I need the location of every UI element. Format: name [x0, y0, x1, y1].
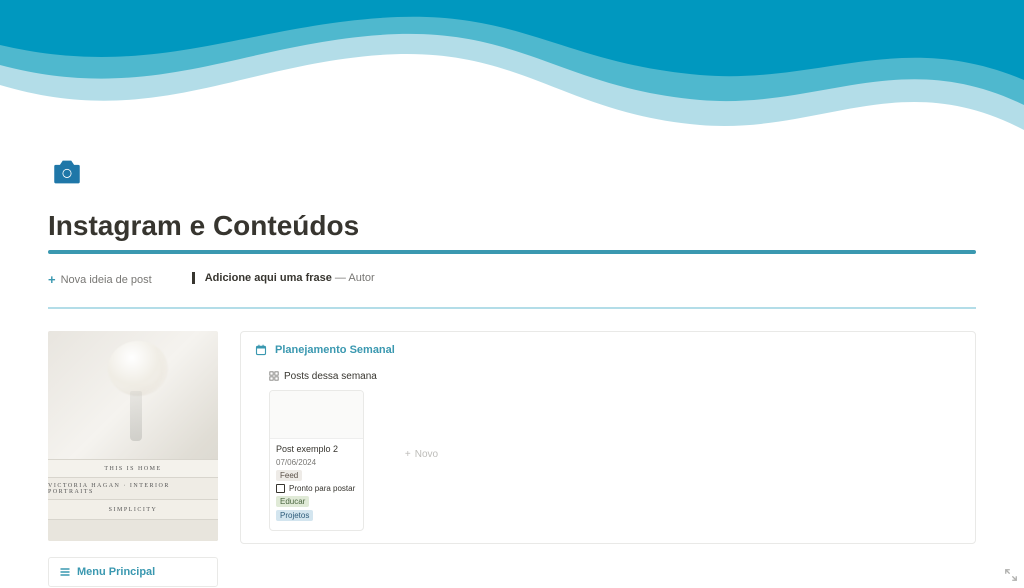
quote-text: Adicione aqui uma frase — [205, 272, 332, 284]
checkbox-ready[interactable]: Pronto para postar — [276, 484, 357, 493]
new-idea-button[interactable]: + Nova ideia de post — [48, 272, 152, 287]
page-title[interactable]: Instagram e Conteúdos — [48, 210, 976, 242]
book-spine: VICTORIA HAGAN · INTERIOR PORTRAITS — [48, 477, 218, 499]
book-spine: THIS IS HOME — [48, 459, 218, 477]
card-date: 07/06/2024 — [276, 458, 357, 467]
gallery: Post exemplo 2 07/06/2024 Feed Pronto pa… — [269, 390, 961, 531]
page-icon-camera[interactable] — [50, 155, 84, 189]
expand-icon[interactable] — [1004, 568, 1018, 582]
left-column: THIS IS HOME VICTORIA HAGAN · INTERIOR P… — [48, 331, 218, 587]
book-spine — [48, 519, 218, 541]
quote-block[interactable]: Adicione aqui uma frase — Autor — [192, 272, 375, 284]
main-content: THIS IS HOME VICTORIA HAGAN · INTERIOR P… — [48, 331, 976, 587]
new-card-button[interactable]: + Novo — [374, 390, 469, 520]
planning-callout: Planejamento Semanal Posts dessa semana … — [240, 331, 976, 544]
new-card-label: Novo — [415, 449, 438, 460]
plus-icon: + — [405, 449, 411, 460]
top-row: + Nova ideia de post Adicione aqui uma f… — [48, 272, 976, 287]
card-title: Post exemplo 2 — [276, 444, 357, 454]
menu-label: Menu Principal — [77, 566, 155, 578]
divider-thick — [48, 250, 976, 254]
gallery-icon — [269, 371, 279, 381]
menu-principal-link[interactable]: Menu Principal — [48, 557, 218, 587]
new-idea-label: Nova ideia de post — [61, 274, 152, 286]
tag-pillar: Educar — [276, 496, 309, 507]
quote-author: Autor — [348, 272, 374, 284]
calendar-icon — [255, 344, 267, 356]
view-tab-posts[interactable]: Posts dessa semana — [269, 371, 377, 382]
planning-header[interactable]: Planejamento Semanal — [255, 344, 961, 356]
view-tab-label: Posts dessa semana — [284, 371, 377, 382]
checkbox-icon — [276, 484, 285, 493]
decorative-image[interactable]: THIS IS HOME VICTORIA HAGAN · INTERIOR P… — [48, 331, 218, 541]
post-card[interactable]: Post exemplo 2 07/06/2024 Feed Pronto pa… — [269, 390, 364, 531]
menu-icon — [59, 566, 71, 578]
cover-banner — [0, 0, 1024, 150]
plus-icon: + — [48, 272, 56, 287]
tag-project: Projetos — [276, 510, 313, 521]
divider-light — [48, 307, 976, 309]
card-cover — [270, 391, 363, 439]
tag-type: Feed — [276, 470, 302, 481]
right-column: Planejamento Semanal Posts dessa semana … — [240, 331, 976, 587]
book-spine: SIMPLICITY — [48, 499, 218, 519]
planning-title: Planejamento Semanal — [275, 344, 395, 356]
checkbox-label: Pronto para postar — [289, 484, 355, 493]
